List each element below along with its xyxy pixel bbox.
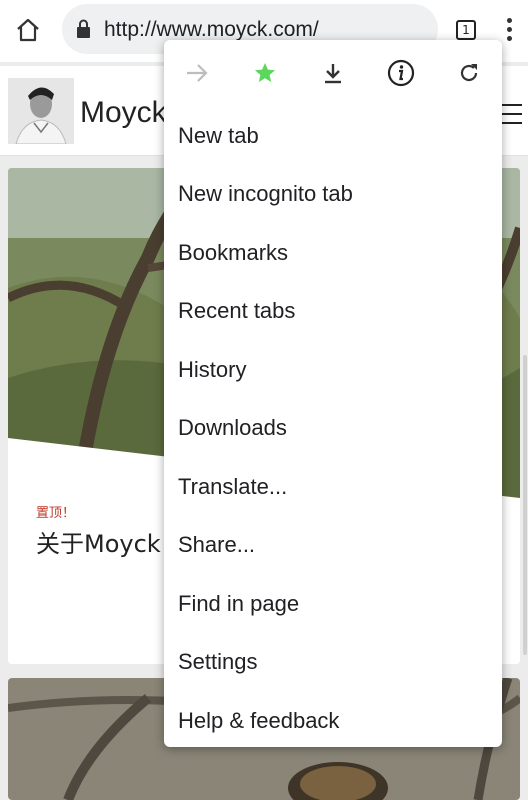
- bookmark-button[interactable]: [250, 58, 280, 88]
- menu-item-recent-tabs[interactable]: Recent tabs: [178, 291, 488, 331]
- menu-item-share[interactable]: Share...: [178, 525, 488, 565]
- download-page-button[interactable]: [318, 58, 348, 88]
- download-icon: [325, 64, 341, 84]
- home-button[interactable]: [10, 12, 46, 48]
- menu-item-history[interactable]: History: [178, 350, 488, 390]
- menu-item-help-feedback[interactable]: Help & feedback: [178, 701, 488, 741]
- menu-item-bookmarks[interactable]: Bookmarks: [178, 233, 488, 273]
- menu-icon-row: [164, 40, 502, 104]
- url-text[interactable]: http://www.moyck.com/: [104, 18, 319, 42]
- bookmark-star-icon: [255, 63, 275, 82]
- home-icon: [17, 18, 39, 42]
- menu-item-new-tab[interactable]: New tab: [178, 116, 488, 156]
- page-info-button[interactable]: [386, 58, 416, 88]
- menu-item-find-in-page[interactable]: Find in page: [178, 584, 488, 624]
- menu-item-translate[interactable]: Translate...: [178, 467, 488, 507]
- info-icon: [387, 59, 415, 87]
- reload-icon: [460, 64, 478, 82]
- sticky-badge: 置顶！: [36, 506, 76, 521]
- site-title[interactable]: Moyck: [80, 96, 167, 130]
- lock-icon: [77, 19, 90, 38]
- menu-item-new-incognito-tab[interactable]: New incognito tab: [178, 174, 488, 214]
- hamburger-menu-icon[interactable]: [500, 104, 522, 124]
- browser-overflow-menu: New tab New incognito tab Bookmarks Rece…: [164, 40, 502, 747]
- scrollbar[interactable]: [523, 355, 527, 655]
- menu-item-downloads[interactable]: Downloads: [178, 408, 488, 448]
- avatar[interactable]: [8, 78, 74, 144]
- menu-item-settings[interactable]: Settings: [178, 642, 488, 682]
- forward-button[interactable]: [182, 58, 212, 88]
- reload-button[interactable]: [454, 58, 484, 88]
- forward-icon: [187, 64, 208, 82]
- tab-count: 1: [456, 20, 476, 40]
- post-title[interactable]: 关于Moyck: [36, 524, 161, 559]
